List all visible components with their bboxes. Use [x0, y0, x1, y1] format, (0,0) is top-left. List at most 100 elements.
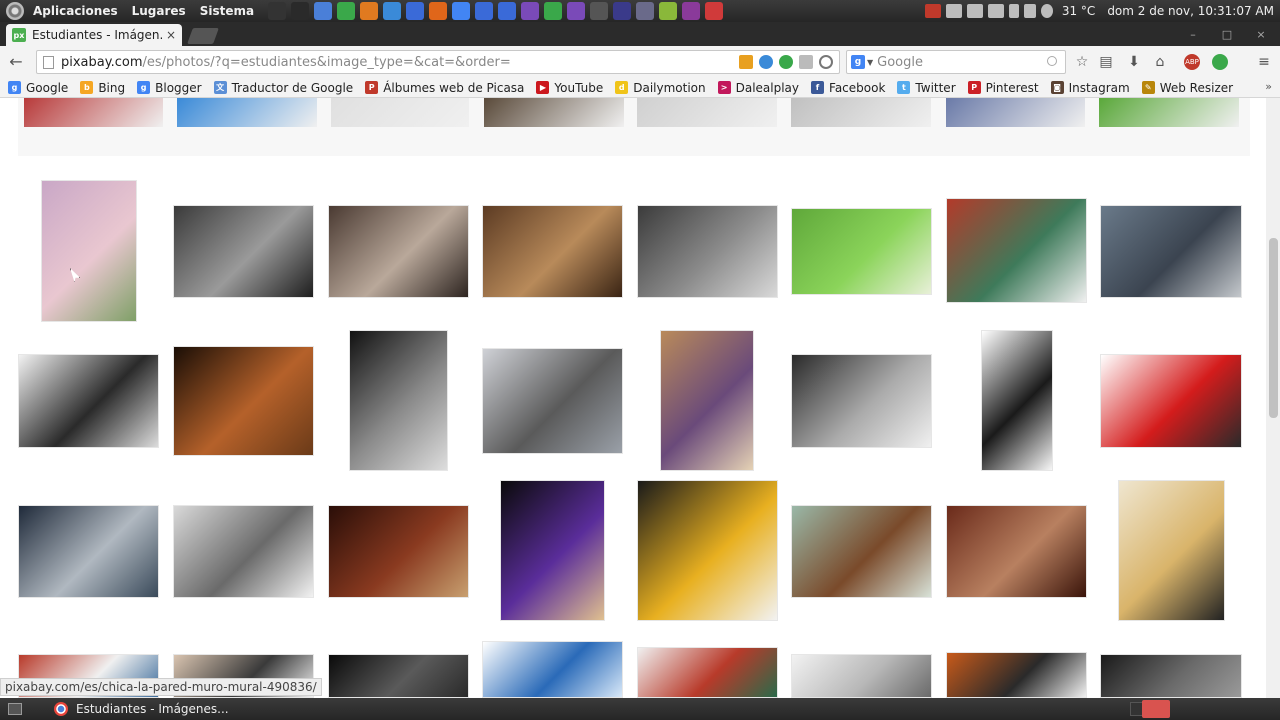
clock[interactable]: dom 2 de nov, 10:31:07 AM — [1107, 4, 1274, 18]
menu-aplicaciones[interactable]: Aplicaciones — [26, 4, 125, 18]
bright-room-photo[interactable] — [791, 654, 932, 698]
bookmark-item[interactable]: 文 Traductor de Google — [213, 81, 353, 95]
opera-icon[interactable] — [474, 2, 493, 20]
chat-icon[interactable] — [946, 4, 963, 18]
flexing-arms-photo[interactable] — [328, 654, 469, 698]
woman-black-white-photo[interactable] — [349, 330, 448, 471]
woman-purple-dress-photo[interactable] — [500, 480, 605, 621]
previous-row-thumbnail[interactable] — [177, 98, 317, 127]
butterfly-daisies-photo[interactable] — [791, 208, 932, 295]
keyboard-icon[interactable] — [967, 4, 984, 18]
classroom-africa-photo[interactable] — [482, 205, 623, 298]
previous-row-thumbnail[interactable] — [331, 98, 469, 127]
home-icon[interactable]: ⌂ — [1152, 54, 1168, 70]
pidgin-icon[interactable] — [520, 2, 539, 20]
laptop-typing-photo[interactable] — [328, 205, 469, 298]
camera-lens-photo[interactable] — [1100, 654, 1242, 698]
hands-mixing-console-photo[interactable] — [18, 505, 159, 598]
scrollbar-thumb[interactable] — [1269, 238, 1278, 418]
blonde-woman-photo[interactable] — [1118, 480, 1225, 621]
dropbox-icon[interactable] — [405, 2, 424, 20]
bookmark-item[interactable]: ✎ Web Resizer — [1141, 81, 1233, 95]
back-button[interactable]: ← — [6, 52, 26, 72]
students-blackboard-photo[interactable] — [791, 354, 932, 448]
bookmark-item[interactable]: b Bing — [80, 81, 125, 95]
menu-sistema[interactable]: Sistema — [193, 4, 261, 18]
camera-photo[interactable] — [18, 354, 159, 448]
tool-icon-2[interactable] — [612, 2, 631, 20]
spreadsheet-icon[interactable] — [336, 2, 355, 20]
search-icon[interactable] — [1047, 56, 1057, 66]
address-bar[interactable]: pixabay.com /es/photos/?q=estudiantes&im… — [36, 50, 840, 74]
tab-close-icon[interactable]: × — [166, 28, 176, 42]
chalkboard-thinking-photo[interactable] — [946, 652, 1087, 698]
stack-of-books-photo[interactable] — [946, 198, 1087, 303]
girl-by-mural-photo[interactable] — [41, 180, 137, 322]
bookmark-item[interactable]: t Twitter — [897, 81, 956, 95]
bookmark-item[interactable]: P Álbumes web de Picasa — [365, 81, 524, 95]
previous-row-thumbnail[interactable] — [484, 98, 624, 127]
bookmark-item[interactable]: d Dailymotion — [615, 81, 706, 95]
shutdown-icon[interactable] — [704, 2, 723, 20]
taskbar-item-chrome[interactable]: Estudiantes - Imágenes... — [44, 699, 239, 719]
bookmark-item[interactable]: f Facebook — [811, 81, 885, 95]
microphone-photo[interactable] — [482, 348, 623, 454]
stick-figure-drawing[interactable] — [981, 330, 1053, 471]
system-monitor-icon[interactable] — [290, 2, 309, 20]
back-to-school-bus-photo[interactable] — [637, 480, 778, 621]
stop-icon[interactable] — [799, 55, 813, 69]
file-icon[interactable] — [313, 2, 332, 20]
extension-globe-icon[interactable] — [1212, 54, 1228, 70]
app-icon[interactable] — [566, 2, 585, 20]
bookmark-item[interactable]: > Dalealplay — [717, 81, 799, 95]
extension-chart-icon[interactable] — [739, 55, 753, 69]
presentation-icon[interactable] — [359, 2, 378, 20]
previous-row-thumbnail[interactable] — [1099, 98, 1239, 127]
book-and-glasses-photo[interactable] — [173, 205, 314, 298]
android-icon[interactable] — [658, 2, 677, 20]
bookmark-item[interactable]: g Blogger — [137, 81, 202, 95]
reload-icon[interactable] — [819, 55, 833, 69]
bookmark-item[interactable]: ▶ YouTube — [536, 81, 603, 95]
extension-green-icon[interactable] — [779, 55, 793, 69]
weather-temperature[interactable]: 31 °C — [1062, 4, 1095, 18]
record-icon[interactable] — [925, 4, 942, 18]
previous-row-thumbnail[interactable] — [946, 98, 1085, 127]
download-icon[interactable]: ⬇ — [1126, 54, 1142, 70]
close-window-button[interactable]: × — [1254, 28, 1268, 41]
network-icon[interactable] — [1024, 4, 1037, 18]
google-search-engine-icon[interactable]: g — [851, 55, 865, 69]
maximize-button[interactable]: □ — [1220, 28, 1234, 41]
reader-icon[interactable]: ▤ — [1098, 54, 1114, 70]
menu-lugares[interactable]: Lugares — [125, 4, 193, 18]
girl-red-laptop-photo[interactable] — [1100, 354, 1242, 448]
terminal-icon[interactable] — [267, 2, 286, 20]
search-engine-dropdown-icon[interactable]: ▼ — [867, 58, 873, 67]
search-box[interactable]: g ▼ Google — [846, 50, 1066, 74]
previous-row-thumbnail[interactable] — [24, 98, 163, 127]
laptop-hands-photo[interactable] — [1100, 205, 1242, 298]
skype-icon[interactable] — [543, 2, 562, 20]
ubuntu-logo-icon[interactable] — [6, 2, 24, 20]
extension-wave-icon[interactable] — [759, 55, 773, 69]
history-book-drawing[interactable] — [482, 641, 623, 698]
colored-books-photo[interactable] — [637, 647, 778, 698]
minimize-button[interactable]: – — [1186, 28, 1200, 41]
bookmark-item[interactable]: ◙ Instagram — [1050, 81, 1130, 95]
adblock-plus-icon[interactable]: ABP — [1184, 54, 1200, 70]
firefox-icon[interactable] — [428, 2, 447, 20]
candle-and-book-photo[interactable] — [328, 505, 469, 598]
mail-icon[interactable] — [988, 4, 1005, 18]
new-tab-button[interactable] — [187, 28, 219, 44]
old-books-photo[interactable] — [946, 505, 1087, 598]
woman-reading-library-photo[interactable] — [660, 330, 754, 471]
tab-estudiantes[interactable]: px Estudiantes - Imágen... × — [6, 24, 182, 46]
library-room-photo[interactable] — [791, 505, 932, 598]
google-drive-icon[interactable] — [382, 2, 401, 20]
tool-icon[interactable] — [589, 2, 608, 20]
scrollbar[interactable] — [1266, 98, 1280, 698]
menu-icon[interactable]: ≡ — [1256, 54, 1272, 70]
bookmark-star-icon[interactable]: ☆ — [1074, 54, 1090, 70]
laptop-apps-photo[interactable] — [637, 205, 778, 298]
previous-row-thumbnail[interactable] — [637, 98, 777, 127]
